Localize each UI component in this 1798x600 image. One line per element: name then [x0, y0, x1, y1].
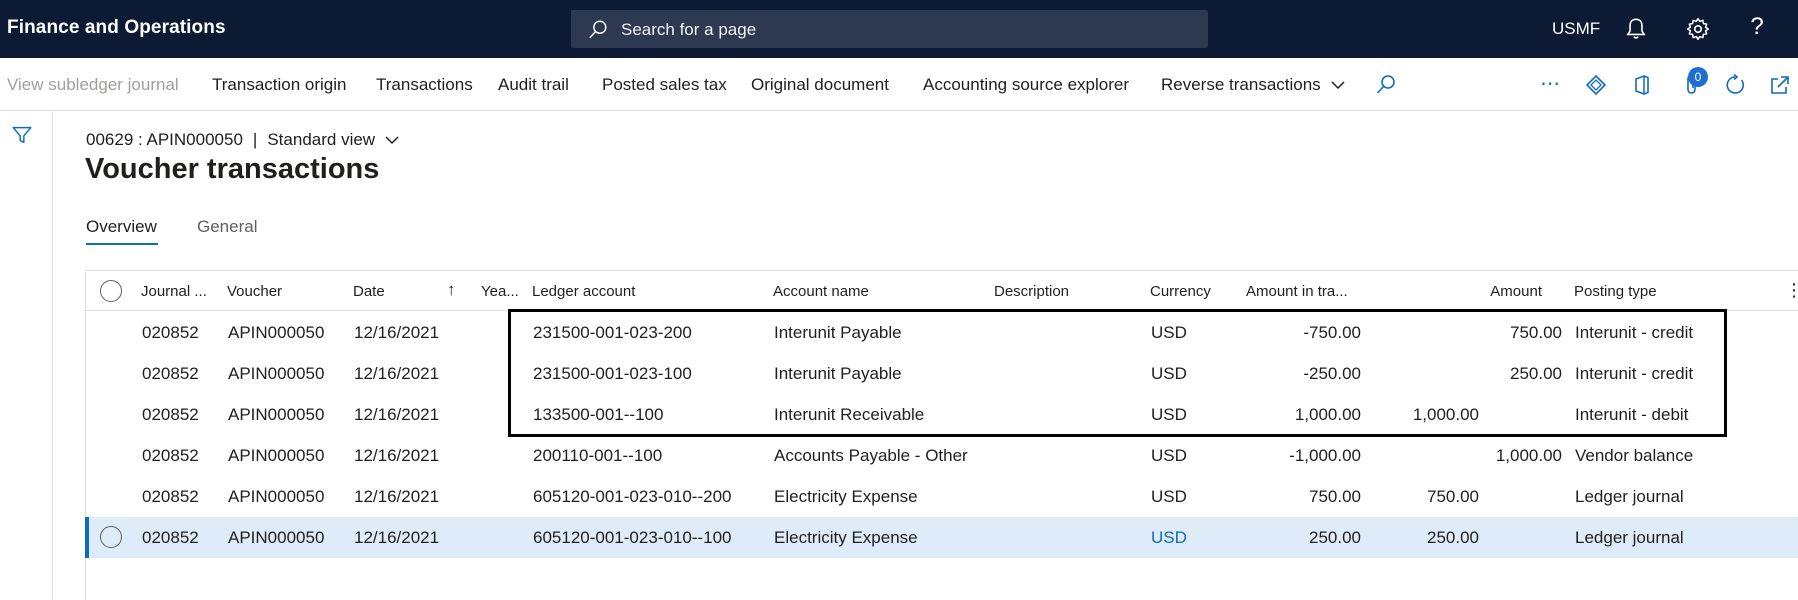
- column-header-voucher[interactable]: Voucher: [227, 283, 282, 300]
- column-options-icon[interactable]: ⋮: [1785, 280, 1798, 301]
- cell-date: 12/16/2021: [354, 446, 440, 465]
- cell-debit: 750.00: [1427, 487, 1479, 506]
- cell-journal: 020852: [142, 364, 199, 383]
- page-title: Voucher transactions: [85, 153, 380, 185]
- office-icon[interactable]: [1630, 73, 1654, 97]
- column-header-description[interactable]: Description: [994, 283, 1069, 300]
- audit-trail-button[interactable]: Audit trail: [498, 75, 569, 95]
- cell-voucher: APIN000050: [228, 323, 325, 342]
- column-header-year[interactable]: Yea...: [481, 283, 519, 300]
- annotation-highlight-box: [508, 309, 1727, 437]
- cell-amount-in-transaction-currency: 750.00: [1309, 487, 1361, 506]
- cell-voucher: APIN000050: [228, 364, 325, 383]
- cell-currency: USD: [1151, 487, 1187, 506]
- column-header-amount-in-transaction-currency[interactable]: Amount in tra...: [1246, 283, 1348, 300]
- cell-date: 12/16/2021: [354, 487, 440, 506]
- tab-general[interactable]: General: [197, 217, 257, 237]
- filter-icon[interactable]: [11, 124, 33, 146]
- row-select-checkbox[interactable]: [100, 526, 122, 548]
- cell-currency: USD: [1151, 446, 1187, 465]
- more-options-icon[interactable]: ⋯: [1540, 71, 1560, 96]
- cell-posting-type: Ledger journal: [1575, 528, 1684, 547]
- column-header-currency[interactable]: Currency: [1150, 283, 1211, 300]
- cell-journal: 020852: [142, 528, 199, 547]
- table-row-selected[interactable]: 020852 APIN000050 12/16/2021 605120-001-…: [85, 517, 1798, 558]
- grid-header: Journal ... Voucher Date ↑ Yea... Ledger…: [86, 271, 1798, 311]
- cell-journal: 020852: [142, 487, 199, 506]
- column-header-journal[interactable]: Journal ...: [141, 283, 207, 300]
- column-header-ledger-account[interactable]: Ledger account: [532, 283, 635, 300]
- sort-ascending-icon[interactable]: ↑: [447, 280, 456, 300]
- reverse-transactions-label: Reverse transactions: [1161, 75, 1321, 94]
- transaction-origin-button[interactable]: Transaction origin: [212, 75, 347, 95]
- left-rail: [0, 111, 53, 600]
- cell-journal: 020852: [142, 405, 199, 424]
- cell-journal: 020852: [142, 446, 199, 465]
- cell-debit: 250.00: [1427, 528, 1479, 547]
- cell-posting-type: Ledger journal: [1575, 487, 1684, 506]
- cell-journal: 020852: [142, 323, 199, 342]
- help-icon[interactable]: ?: [1744, 13, 1770, 40]
- cell-date: 12/16/2021: [354, 405, 440, 424]
- action-bar: View subledger journal Transaction origi…: [0, 58, 1798, 111]
- cell-posting-type: Vendor balance: [1575, 446, 1694, 465]
- cell-ledger-account[interactable]: 200110-001--100: [533, 446, 662, 466]
- top-bar: Finance and Operations Search for a page…: [0, 0, 1798, 58]
- cell-voucher: APIN000050: [228, 405, 325, 424]
- original-document-button[interactable]: Original document: [751, 75, 889, 95]
- cell-voucher: APIN000050: [228, 446, 325, 465]
- column-header-posting-type[interactable]: Posting type: [1574, 283, 1657, 300]
- search-placeholder: Search for a page: [621, 20, 757, 39]
- reverse-transactions-button[interactable]: Reverse transactions: [1161, 75, 1345, 95]
- bell-icon[interactable]: [1623, 16, 1649, 42]
- cell-voucher: APIN000050: [228, 528, 325, 547]
- cell-amount-in-transaction-currency: -1,000.00: [1289, 446, 1361, 465]
- cell-date: 12/16/2021: [354, 528, 440, 547]
- search-icon[interactable]: [1374, 73, 1398, 97]
- company-picker[interactable]: USMF: [1552, 19, 1600, 39]
- view-selector-label: Standard view: [267, 130, 376, 149]
- chevron-down-icon: [385, 136, 399, 145]
- refresh-icon[interactable]: [1723, 73, 1747, 97]
- search-icon: [589, 20, 607, 39]
- table-row[interactable]: 020852 APIN000050 12/16/2021 200110-001-…: [86, 435, 1798, 476]
- view-subledger-journal-button[interactable]: View subledger journal: [7, 75, 179, 95]
- breadcrumb-record: 00629 : APIN000050: [86, 130, 243, 149]
- cell-amount-in-transaction-currency: 250.00: [1309, 528, 1361, 547]
- select-all-checkbox[interactable]: [100, 280, 122, 302]
- chevron-down-icon: [1331, 81, 1345, 90]
- cell-account-name: Accounts Payable - Other: [774, 446, 968, 465]
- app-title[interactable]: Finance and Operations: [7, 17, 226, 39]
- cell-date: 12/16/2021: [354, 364, 440, 383]
- diamond-icon[interactable]: [1584, 73, 1608, 97]
- column-header-amount[interactable]: Amount: [1466, 283, 1542, 300]
- view-selector[interactable]: Standard view: [267, 130, 399, 150]
- search-box[interactable]: Search for a page: [571, 10, 1208, 48]
- cell-ledger-account[interactable]: 605120-001-023-010--100: [533, 528, 732, 548]
- cell-account-name: Electricity Expense: [774, 487, 918, 506]
- gear-icon[interactable]: [1685, 16, 1711, 42]
- cell-voucher: APIN000050: [228, 487, 325, 506]
- active-tab-indicator: [86, 243, 158, 245]
- cell-currency[interactable]: USD: [1151, 528, 1187, 548]
- cell-amount: 1,000.00: [1495, 446, 1562, 465]
- posted-sales-tax-button[interactable]: Posted sales tax: [602, 75, 727, 95]
- attachment-count-badge: 0: [1688, 67, 1708, 87]
- column-header-date[interactable]: Date: [353, 283, 385, 300]
- breadcrumb: 00629 : APIN000050 | Standard view: [86, 130, 399, 150]
- tab-overview[interactable]: Overview: [86, 217, 157, 237]
- cell-account-name: Electricity Expense: [774, 528, 918, 547]
- cell-ledger-account[interactable]: 605120-001-023-010--200: [533, 487, 732, 507]
- cell-date: 12/16/2021: [354, 323, 440, 342]
- transactions-button[interactable]: Transactions: [376, 75, 473, 95]
- table-row[interactable]: 020852 APIN000050 12/16/2021 605120-001-…: [86, 476, 1798, 517]
- accounting-source-explorer-button[interactable]: Accounting source explorer: [923, 75, 1129, 95]
- breadcrumb-separator: |: [252, 130, 258, 149]
- open-in-new-window-icon[interactable]: [1768, 73, 1792, 97]
- column-header-account-name[interactable]: Account name: [773, 283, 869, 300]
